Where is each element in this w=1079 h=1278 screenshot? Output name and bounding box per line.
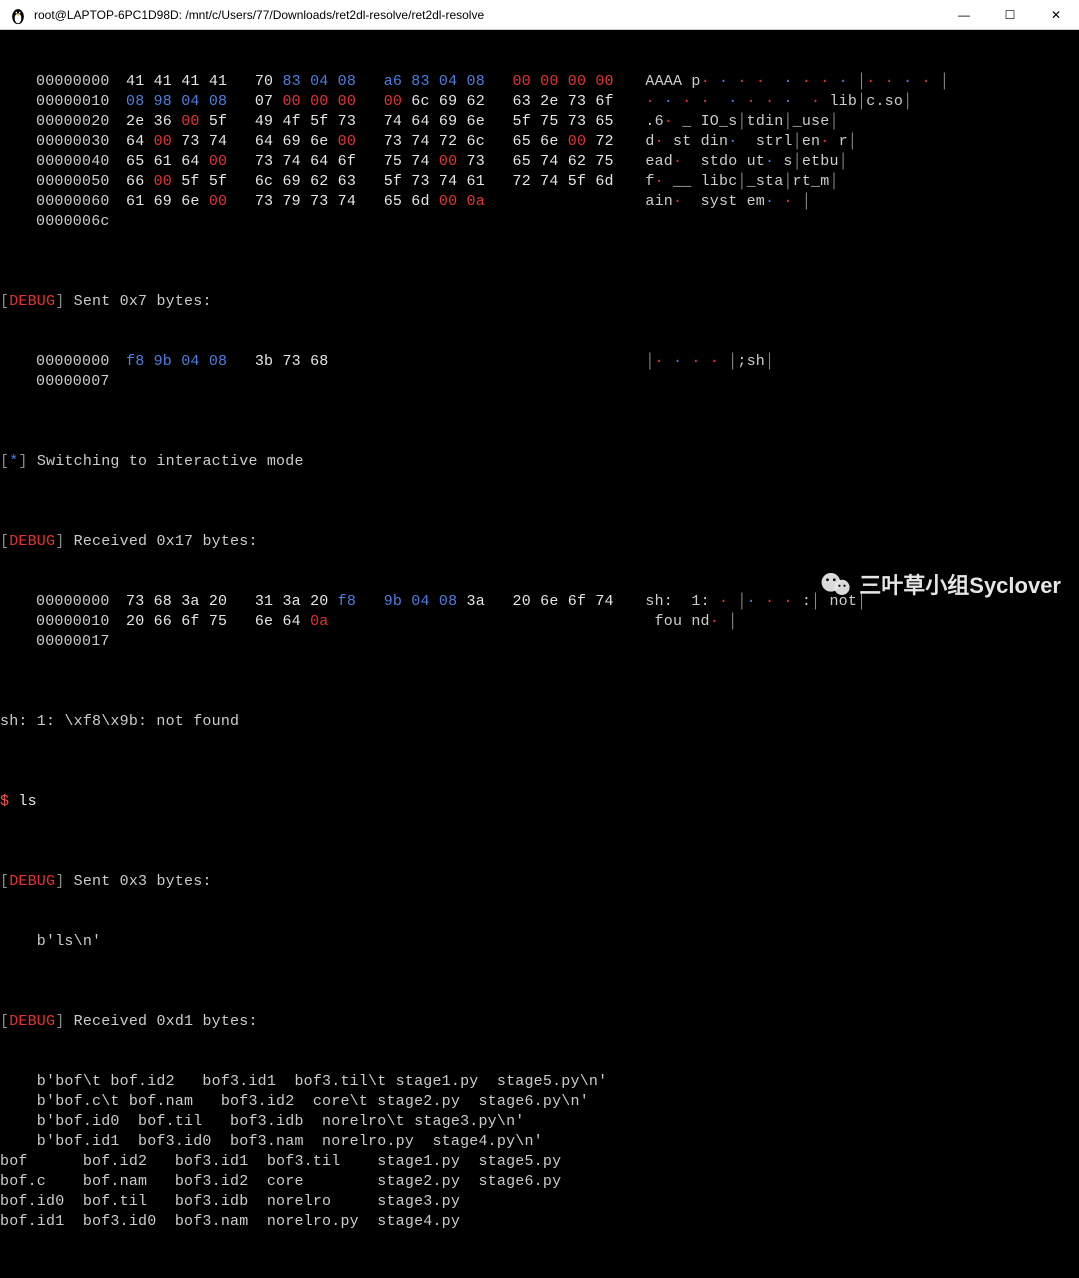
hexdump-row: 00000007 <box>0 372 1075 392</box>
shell-command: ls <box>18 792 36 812</box>
sent-bytes: b'ls\n' <box>0 932 1075 952</box>
hex-bytes: 66 00 5f 5f 6c 69 62 63 5f 73 74 61 72 7… <box>126 172 623 192</box>
maximize-button[interactable]: ☐ <box>987 0 1033 30</box>
hex-offset: 00000017 <box>36 632 126 652</box>
penguin-icon <box>8 5 28 25</box>
star-tag: * <box>9 452 18 472</box>
window-title: root@LAPTOP-6PC1D98D: /mnt/c/Users/77/Do… <box>34 8 941 22</box>
watermark: 三叶草小组Syclover <box>819 567 1061 601</box>
ls-line: b'bof\t bof.id2 bof3.id1 bof3.til\t stag… <box>0 1072 1075 1092</box>
ls-line: bof bof.id2 bof3.id1 bof3.til stage1.py … <box>0 1152 1075 1172</box>
hexdump-row: 0000005066 00 5f 5f 6c 69 62 63 5f 73 74… <box>0 172 1075 192</box>
hex-bytes: 65 61 64 00 73 74 64 6f 75 74 00 73 65 7… <box>126 152 623 172</box>
hexdump-row: 00000017 <box>0 632 1075 652</box>
hex-offset: 00000050 <box>36 172 126 192</box>
hex-offset: 0000006c <box>36 212 126 232</box>
hex-bytes: 64 00 73 74 64 69 6e 00 73 74 72 6c 65 6… <box>126 132 623 152</box>
ls-line: b'bof.id0 bof.til bof3.idb norelro\t sta… <box>0 1112 1075 1132</box>
hex-ascii: │· · · · │;sh│ <box>645 352 774 372</box>
hex-ascii: ead· stdo ut· s│etbu│ <box>645 152 847 172</box>
ls-line: b'bof.c\t bof.nam bof3.id2 core\t stage2… <box>0 1092 1075 1112</box>
hex-bytes: 08 98 04 08 07 00 00 00 00 6c 69 62 63 2… <box>126 92 623 112</box>
hex-ascii: · · · · · · · · · lib│c.so│ <box>645 92 912 112</box>
hexdump-row: 0000004065 61 64 00 73 74 64 6f 75 74 00… <box>0 152 1075 172</box>
ls-line: bof.id1 bof3.id0 bof3.nam norelro.py sta… <box>0 1212 1075 1232</box>
minimize-button[interactable]: — <box>941 0 987 30</box>
shell-error: sh: 1: \xf8\x9b: not found <box>0 712 1075 732</box>
switching-msg: Switching to interactive mode <box>37 452 304 472</box>
hex-bytes: f8 9b 04 08 3b 73 68 <box>126 352 338 372</box>
hex-offset: 00000000 <box>36 352 126 372</box>
hex-bytes: 41 41 41 41 70 83 04 08 a6 83 04 08 00 0… <box>126 72 623 92</box>
debug-tag: DEBUG <box>9 532 55 552</box>
hex-ascii: d· st din· strl│en· r│ <box>645 132 857 152</box>
hex-offset: 00000010 <box>36 612 126 632</box>
debug-tag: DEBUG <box>9 292 55 312</box>
hexdump-row: 000000202e 36 00 5f 49 4f 5f 73 74 64 69… <box>0 112 1075 132</box>
hex-ascii: f· __ libc│_sta│rt_m│ <box>645 172 838 192</box>
ls-line: bof.c bof.nam bof3.id2 core stage2.py st… <box>0 1172 1075 1192</box>
hex-ascii: fou nd· │ <box>645 612 737 632</box>
debug-msg: Received 0x17 bytes: <box>74 532 258 552</box>
debug-tag: DEBUG <box>9 1012 55 1032</box>
hex-offset: 00000010 <box>36 92 126 112</box>
hex-offset: 00000060 <box>36 192 126 212</box>
hexdump-row: 0000003064 00 73 74 64 69 6e 00 73 74 72… <box>0 132 1075 152</box>
hexdump-row: 0000006c <box>0 212 1075 232</box>
hex-bytes: 2e 36 00 5f 49 4f 5f 73 74 64 69 6e 5f 7… <box>126 112 623 132</box>
hexdump-row: 0000000041 41 41 41 70 83 04 08 a6 83 04… <box>0 72 1075 92</box>
bracket: [ <box>0 292 9 312</box>
hexdump-row: 00000000f8 9b 04 08 3b 73 68 │· · · · │;… <box>0 352 1075 372</box>
hex-offset: 00000030 <box>36 132 126 152</box>
debug-msg: Received 0xd1 bytes: <box>74 1012 258 1032</box>
hex-offset: 00000040 <box>36 152 126 172</box>
hex-bytes: 20 66 6f 75 6e 64 0a <box>126 612 338 632</box>
debug-msg: Sent 0x3 bytes: <box>74 872 212 892</box>
shell-prompt: $ <box>0 792 18 812</box>
hex-offset: 00000020 <box>36 112 126 132</box>
close-button[interactable]: ✕ <box>1033 0 1079 30</box>
hex-offset: 00000007 <box>36 372 126 392</box>
hex-ascii: ain· syst em· · │ <box>645 192 811 212</box>
hex-ascii: AAAA p· · · · · · · · │· · · · │ <box>645 72 949 92</box>
hexdump-row: 0000001008 98 04 08 07 00 00 00 00 6c 69… <box>0 92 1075 112</box>
hex-ascii: .6· _ IO_s│tdin│_use│ <box>645 112 838 132</box>
wechat-icon <box>819 567 853 601</box>
hexdump-row: 0000006061 69 6e 00 73 79 73 74 65 6d 00… <box>0 192 1075 212</box>
debug-tag: DEBUG <box>9 872 55 892</box>
debug-msg: Sent 0x7 bytes: <box>74 292 212 312</box>
ls-line: bof.id0 bof.til bof3.idb norelro stage3.… <box>0 1192 1075 1212</box>
window-titlebar: root@LAPTOP-6PC1D98D: /mnt/c/Users/77/Do… <box>0 0 1079 30</box>
ls-line: b'bof.id1 bof3.id0 bof3.nam norelro.py s… <box>0 1132 1075 1152</box>
hex-bytes: 61 69 6e 00 73 79 73 74 65 6d 00 0a <box>126 192 494 212</box>
hex-offset: 00000000 <box>36 592 126 612</box>
hex-offset: 00000000 <box>36 72 126 92</box>
watermark-text: 三叶草小组Syclover <box>859 568 1061 600</box>
hex-bytes: 73 68 3a 20 31 3a 20 f8 9b 04 08 3a 20 6… <box>126 592 623 612</box>
window-controls: — ☐ ✕ <box>941 0 1079 30</box>
terminal-output[interactable]: 0000000041 41 41 41 70 83 04 08 a6 83 04… <box>0 30 1079 1278</box>
hexdump-row: 0000001020 66 6f 75 6e 64 0a fou nd· │ <box>0 612 1075 632</box>
